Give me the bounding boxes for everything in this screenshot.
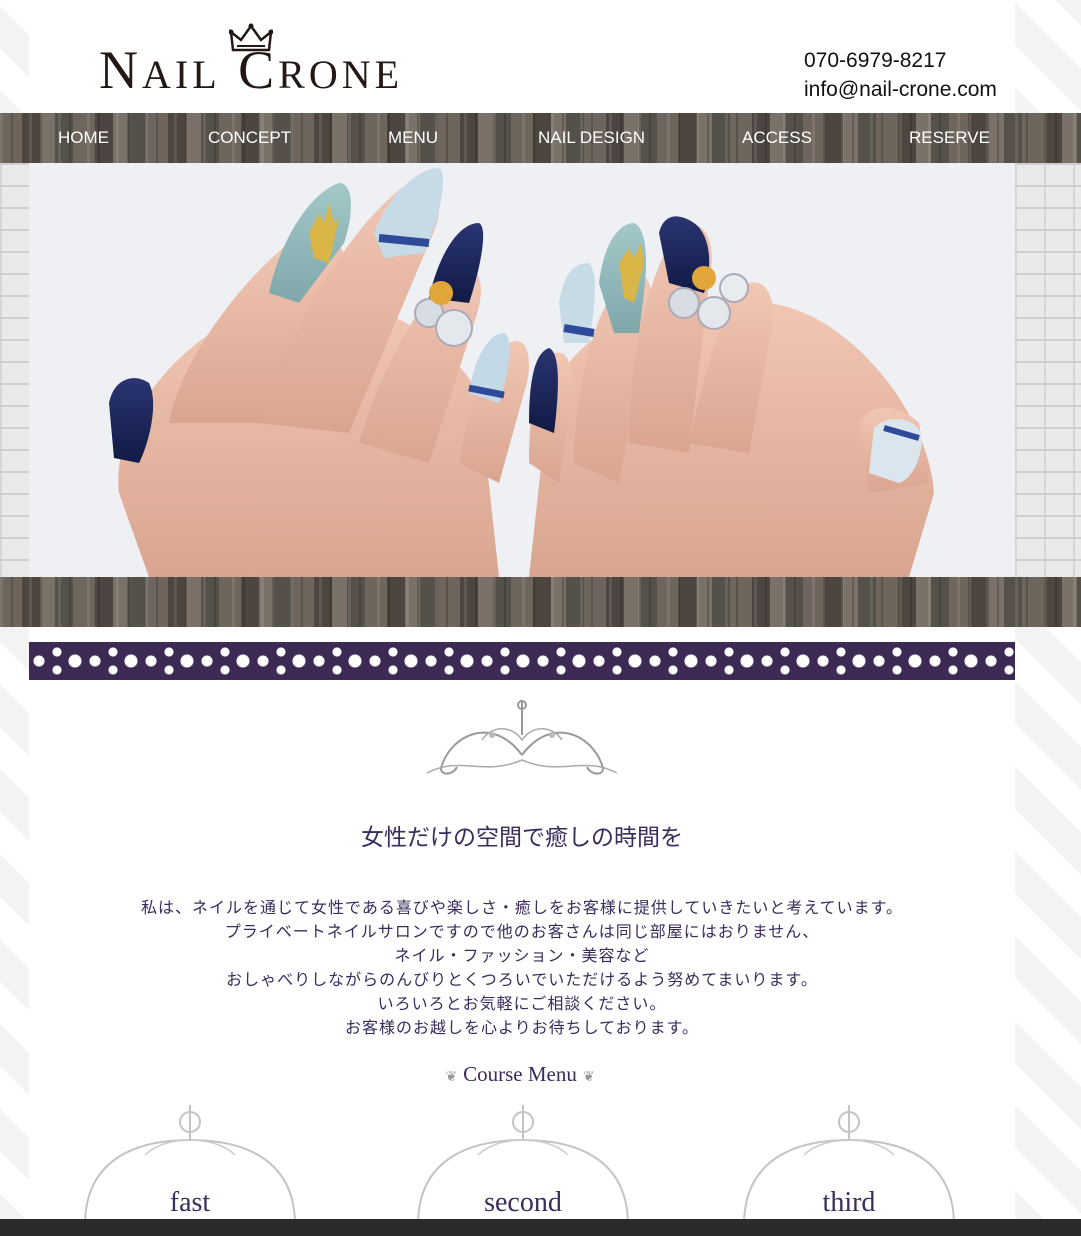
hands-nail-art-image bbox=[29, 163, 1015, 577]
course-card-third[interactable]: third bbox=[734, 1100, 964, 1226]
damask-border bbox=[29, 642, 1015, 680]
crown-icon bbox=[229, 23, 273, 52]
intro-line: お客様のお越しを心よりお待ちしております。 bbox=[344, 1020, 700, 1037]
course-card-second[interactable]: second bbox=[408, 1100, 638, 1226]
flourish-right-icon: ❦ bbox=[582, 1070, 595, 1085]
site-header: NAIL CRONE 070-6979-8217 info@nail-crone… bbox=[29, 0, 1015, 113]
nav-nail-design[interactable]: NAIL DESIGN bbox=[538, 113, 645, 163]
intro-line: 私は、ネイルを通じて女性である喜びや楽しさ・癒しをお客様に提供していきたいと考え… bbox=[141, 900, 903, 917]
nav-concept[interactable]: CONCEPT bbox=[208, 113, 291, 163]
contact-info: 070-6979-8217 info@nail-crone.com bbox=[804, 46, 997, 104]
course-label: second bbox=[484, 1187, 562, 1218]
decorative-wood-strip bbox=[0, 577, 1081, 627]
course-label: fast bbox=[169, 1187, 211, 1218]
nav-menu[interactable]: MENU bbox=[388, 113, 438, 163]
course-label: third bbox=[822, 1187, 876, 1218]
intro-line: プライベートネイルサロンですので他のお客さんは同じ部屋にはおりません、 bbox=[224, 924, 820, 941]
flourish-left-icon: ❦ bbox=[445, 1070, 458, 1085]
brick-wall-right bbox=[1015, 163, 1081, 577]
nav-access[interactable]: ACCESS bbox=[742, 113, 812, 163]
phone-number[interactable]: 070-6979-8217 bbox=[804, 46, 997, 75]
main-nav: HOME CONCEPT MENU NAIL DESIGN ACCESS RES… bbox=[0, 113, 1081, 163]
flourish-ornament-icon bbox=[426, 700, 618, 775]
intro-line: ネイル・ファッション・美容など bbox=[394, 948, 650, 965]
intro-paragraph: 私は、ネイルを通じて女性である喜びや楽しさ・癒しをお客様に提供していきたいと考え… bbox=[29, 897, 1015, 1041]
email-address[interactable]: info@nail-crone.com bbox=[804, 75, 997, 104]
course-menu-heading: ❦ Course Menu ❦ bbox=[445, 1062, 595, 1086]
hero-image bbox=[29, 163, 1015, 577]
nav-reserve[interactable]: RESERVE bbox=[909, 113, 990, 163]
intro-line: おしゃべりしながらのんびりとくつろいでいただけるよう努めてまいります。 bbox=[226, 972, 818, 989]
nav-home[interactable]: HOME bbox=[58, 113, 109, 163]
page-tagline: 女性だけの空間で癒しの時間を bbox=[361, 825, 683, 850]
bottom-bar bbox=[0, 1219, 1081, 1236]
intro-line: いろいろとお気軽にご相談ください。 bbox=[377, 996, 667, 1013]
course-card-fast[interactable]: fast bbox=[75, 1100, 305, 1226]
brick-wall-left bbox=[0, 163, 29, 577]
